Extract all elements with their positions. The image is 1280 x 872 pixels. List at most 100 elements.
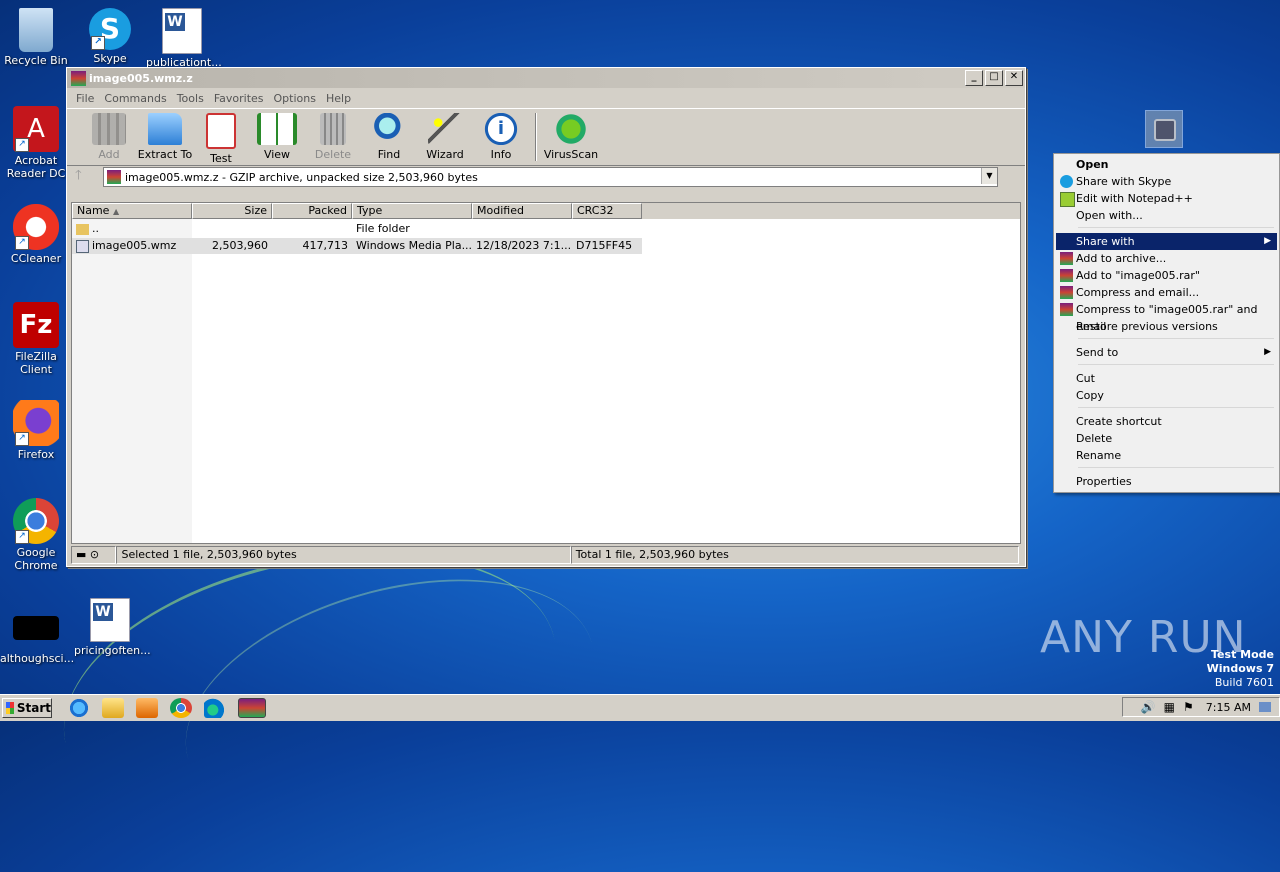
clock[interactable]: 7:15 AM (1206, 701, 1251, 714)
chevron-down-icon[interactable]: ▼ (981, 168, 997, 184)
menu-item-rename[interactable]: Rename (1056, 447, 1277, 464)
folder-up-icon (76, 223, 89, 235)
menu-separator (1078, 227, 1274, 228)
window-titlebar[interactable]: image005.wmz.z _ □ ✕ (67, 68, 1025, 88)
menu-file[interactable]: File (71, 92, 99, 105)
shortcut-arrow-icon: ↗ (15, 530, 29, 544)
menu-item-compress-rar-email[interactable]: Compress to "image005.rar" and email (1056, 301, 1277, 333)
column-header-type[interactable]: Type (352, 203, 472, 219)
black-file-icon (13, 616, 59, 640)
desktop-icon-publication[interactable]: W publicationt... (146, 8, 222, 69)
column-header-modified[interactable]: Modified (472, 203, 572, 219)
add-button[interactable]: Add (81, 109, 137, 161)
desktop-icon-althoughsci[interactable]: althoughsci... (0, 606, 74, 665)
menu-help[interactable]: Help (321, 92, 356, 105)
desktop-icon-skype[interactable]: S ↗ Skype (74, 8, 146, 65)
menu-item-open[interactable]: Open (1056, 156, 1277, 173)
delete-button[interactable]: Delete (305, 109, 361, 161)
menu-separator (1078, 364, 1274, 365)
skype-icon (1060, 175, 1073, 188)
view-button[interactable]: View (249, 109, 305, 161)
notepadpp-icon (1060, 192, 1075, 207)
info-button[interactable]: i Info (473, 109, 529, 161)
menu-item-properties[interactable]: Properties (1056, 473, 1277, 490)
file-list[interactable]: Name ▲ Size Packed Type Modified CRC32 .… (71, 202, 1021, 544)
winrar-icon (1060, 286, 1073, 299)
toolbar-separator (535, 113, 537, 161)
acrobat-icon: A ↗ (13, 106, 59, 152)
column-header-packed[interactable]: Packed (272, 203, 352, 219)
status-selected: Selected 1 file, 2,503,960 bytes (116, 546, 571, 564)
desktop-icon-filezilla[interactable]: Fz FileZilla Client (0, 302, 72, 376)
submenu-arrow-icon: ▶ (1264, 236, 1271, 246)
desktop-icon-acrobat[interactable]: A ↗ Acrobat Reader DC (0, 106, 72, 180)
recycle-bin-icon (19, 8, 53, 52)
filezilla-icon: Fz (13, 302, 59, 348)
menu-item-edit-notepadpp[interactable]: Edit with Notepad++ (1056, 190, 1277, 207)
info-icon: i (484, 113, 518, 145)
edge-icon[interactable] (204, 698, 226, 718)
chrome-taskbar-icon[interactable] (170, 698, 192, 718)
close-button[interactable]: ✕ (1005, 70, 1023, 86)
menu-item-cut[interactable]: Cut (1056, 370, 1277, 387)
menu-item-share-with[interactable]: Share with ▶ (1056, 233, 1277, 250)
test-clipboard-icon (206, 113, 236, 149)
menu-item-delete[interactable]: Delete (1056, 430, 1277, 447)
internet-explorer-icon[interactable] (68, 698, 90, 718)
drive-icon[interactable]: ▬ ⊙ (71, 546, 117, 564)
test-button[interactable]: Test (193, 109, 249, 165)
address-bar: 🡑 image005.wmz.z - GZIP archive, unpacke… (67, 166, 1025, 188)
table-row[interactable]: image005.wmz 2,503,960 417,713 Windows M… (72, 238, 642, 254)
column-headers: Name ▲ Size Packed Type Modified CRC32 (72, 203, 1020, 219)
column-header-crc32[interactable]: CRC32 (572, 203, 642, 219)
menu-item-add-to-rar[interactable]: Add to "image005.rar" (1056, 267, 1277, 284)
status-bar: ▬ ⊙ Selected 1 file, 2,503,960 bytes Tot… (71, 546, 1019, 564)
menu-options[interactable]: Options (269, 92, 321, 105)
network-icon[interactable]: ▦ (1164, 700, 1175, 714)
table-row[interactable]: .. File folder (72, 221, 642, 237)
desktop-icon-recycle-bin[interactable]: Recycle Bin (0, 8, 72, 67)
menu-item-add-to-archive[interactable]: Add to archive... (1056, 250, 1277, 267)
system-tray: 🔊 ▦ ⚑ 7:15 AM (1122, 697, 1280, 717)
menu-commands[interactable]: Commands (99, 92, 171, 105)
menu-tools[interactable]: Tools (172, 92, 209, 105)
shortcut-arrow-icon: ↗ (15, 432, 29, 446)
menu-item-restore-versions[interactable]: Restore previous versions (1056, 318, 1277, 335)
menu-item-copy[interactable]: Copy (1056, 387, 1277, 404)
desktop-icon-pricingoften[interactable]: W pricingoften... (74, 598, 151, 657)
show-desktop-icon[interactable] (1259, 702, 1271, 712)
maximize-button[interactable]: □ (985, 70, 1003, 86)
menu-item-share-with-skype[interactable]: Share with Skype (1056, 173, 1277, 190)
minimize-button[interactable]: _ (965, 70, 983, 86)
column-header-name[interactable]: Name ▲ (72, 203, 192, 219)
volume-icon[interactable]: 🔊 (1141, 700, 1156, 714)
folder-icon (148, 113, 182, 145)
up-arrow-icon[interactable]: 🡑 (75, 166, 99, 188)
winrar-taskbar-icon[interactable] (238, 698, 266, 718)
flag-icon[interactable]: ⚑ (1183, 700, 1194, 714)
menu-item-open-with[interactable]: Open with... (1056, 207, 1277, 224)
virusscan-button[interactable]: VirusScan (543, 109, 599, 161)
menu-favorites[interactable]: Favorites (209, 92, 269, 105)
explorer-folder-icon[interactable] (102, 698, 124, 718)
wizard-button[interactable]: Wizard (417, 109, 473, 161)
menu-item-send-to[interactable]: Send to ▶ (1056, 344, 1277, 361)
extract-to-button[interactable]: Extract To (137, 109, 193, 161)
menu-separator (1078, 338, 1274, 339)
menu-item-create-shortcut[interactable]: Create shortcut (1056, 413, 1277, 430)
dragged-media-icon (1145, 110, 1183, 148)
address-field[interactable]: image005.wmz.z - GZIP archive, unpacked … (103, 167, 998, 187)
status-total: Total 1 file, 2,503,960 bytes (570, 546, 1019, 564)
find-button[interactable]: Find (361, 109, 417, 161)
media-file-icon (76, 239, 89, 253)
desktop-icon-firefox[interactable]: ↗ Firefox (0, 400, 72, 461)
menu-item-compress-email[interactable]: Compress and email... (1056, 284, 1277, 301)
start-button[interactable]: Start (2, 698, 52, 718)
media-player-icon[interactable] (136, 698, 158, 718)
windows-logo-icon (6, 702, 14, 714)
context-menu: Open Share with Skype Edit with Notepad+… (1053, 153, 1280, 493)
desktop-icon-ccleaner[interactable]: ↗ CCleaner (0, 204, 72, 265)
column-header-size[interactable]: Size (192, 203, 272, 219)
winrar-window[interactable]: image005.wmz.z _ □ ✕ File Commands Tools… (66, 67, 1026, 567)
desktop-icon-chrome[interactable]: ↗ Google Chrome (0, 498, 72, 572)
